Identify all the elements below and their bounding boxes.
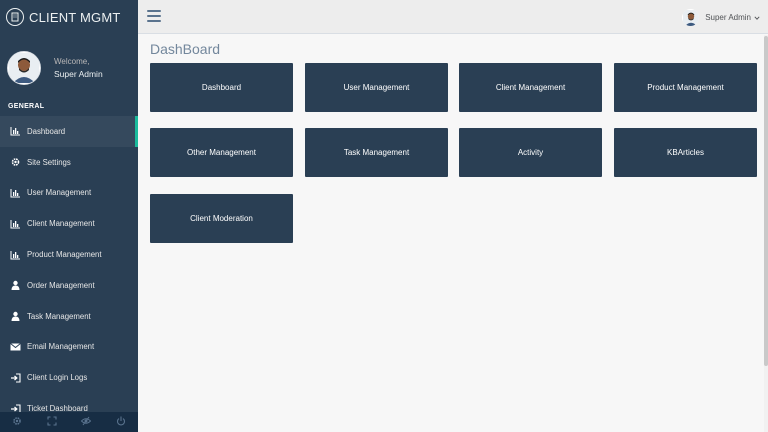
user-name: Super Admin — [705, 13, 751, 22]
gear-icon — [12, 413, 22, 431]
sidebar-footer — [0, 412, 138, 432]
bar-chart-icon — [9, 126, 21, 136]
gear-icon — [9, 157, 21, 167]
tile-user-management[interactable]: User Management — [305, 63, 448, 112]
page-title: DashBoard — [150, 41, 221, 57]
sidebar: CLIENT MGMT Welcome, Super Admin GENERAL… — [0, 0, 138, 432]
bar-chart-icon — [9, 219, 21, 229]
tile-task-management[interactable]: Task Management — [305, 128, 448, 177]
avatar — [682, 9, 700, 26]
section-heading: GENERAL — [8, 103, 45, 110]
building-icon — [6, 8, 24, 26]
bar-chart-icon — [9, 188, 21, 198]
sidebar-item-label: Client Management — [27, 219, 95, 229]
sidebar-item-client-management[interactable]: Client Management — [0, 208, 138, 239]
bar-chart-icon — [9, 250, 21, 260]
sidebar-item-email-management[interactable]: Email Management — [0, 332, 138, 363]
sidebar-item-client-login-logs[interactable]: Client Login Logs — [0, 362, 138, 393]
sidebar-item-label: Email Management — [27, 342, 95, 352]
sidebar-item-dashboard[interactable]: Dashboard — [0, 116, 138, 147]
tile-client-moderation[interactable]: Client Moderation — [150, 194, 293, 243]
tile-activity[interactable]: Activity — [459, 128, 602, 177]
sign-in-icon — [9, 373, 21, 383]
sidebar-item-label: Client Login Logs — [27, 373, 88, 383]
avatar — [7, 50, 41, 85]
sidebar-item-task-management[interactable]: Task Management — [0, 301, 138, 332]
sidebar-item-user-management[interactable]: User Management — [0, 178, 138, 209]
user-dropdown[interactable]: Super Admin — [682, 9, 760, 26]
sidebar-item-product-management[interactable]: Product Management — [0, 239, 138, 270]
footer-settings-button[interactable] — [0, 412, 35, 432]
sidebar-menu: Dashboard Site Settings User Management … — [0, 116, 138, 424]
eye-slash-icon — [81, 413, 92, 431]
profile-name: Super Admin — [54, 68, 103, 79]
brand-title: CLIENT MGMT — [29, 9, 121, 25]
fullscreen-icon — [47, 413, 57, 431]
tile-kbarticles[interactable]: KBArticles — [614, 128, 757, 177]
tile-dashboard[interactable]: Dashboard — [150, 63, 293, 112]
user-icon — [9, 280, 21, 291]
sidebar-item-label: Dashboard — [27, 126, 66, 136]
top-nav: Super Admin — [138, 0, 768, 34]
power-icon — [116, 413, 126, 431]
envelope-icon — [9, 342, 21, 352]
sidebar-item-label: Task Management — [27, 311, 91, 321]
menu-toggle-icon[interactable] — [147, 10, 161, 22]
chevron-down-icon — [754, 15, 760, 20]
tile-product-management[interactable]: Product Management — [614, 63, 757, 112]
footer-logout-button[interactable] — [104, 412, 139, 432]
welcome-text: Welcome, — [54, 56, 90, 66]
profile: Welcome, Super Admin — [0, 34, 138, 89]
tile-other-management[interactable]: Other Management — [150, 128, 293, 177]
sidebar-item-site-settings[interactable]: Site Settings — [0, 147, 138, 178]
main-content: DashBoard Dashboard User Management Clie… — [138, 35, 768, 432]
sidebar-item-label: Order Management — [27, 280, 95, 290]
brand[interactable]: CLIENT MGMT — [0, 0, 138, 34]
scrollbar-thumb[interactable] — [764, 36, 768, 366]
tile-client-management[interactable]: Client Management — [459, 63, 602, 112]
sidebar-item-label: User Management — [27, 188, 92, 198]
sidebar-item-label: Product Management — [27, 250, 102, 260]
user-icon — [9, 311, 21, 322]
sidebar-item-label: Site Settings — [27, 157, 71, 167]
footer-fullscreen-button[interactable] — [35, 412, 70, 432]
sidebar-item-order-management[interactable]: Order Management — [0, 270, 138, 301]
footer-lock-button[interactable] — [69, 412, 104, 432]
